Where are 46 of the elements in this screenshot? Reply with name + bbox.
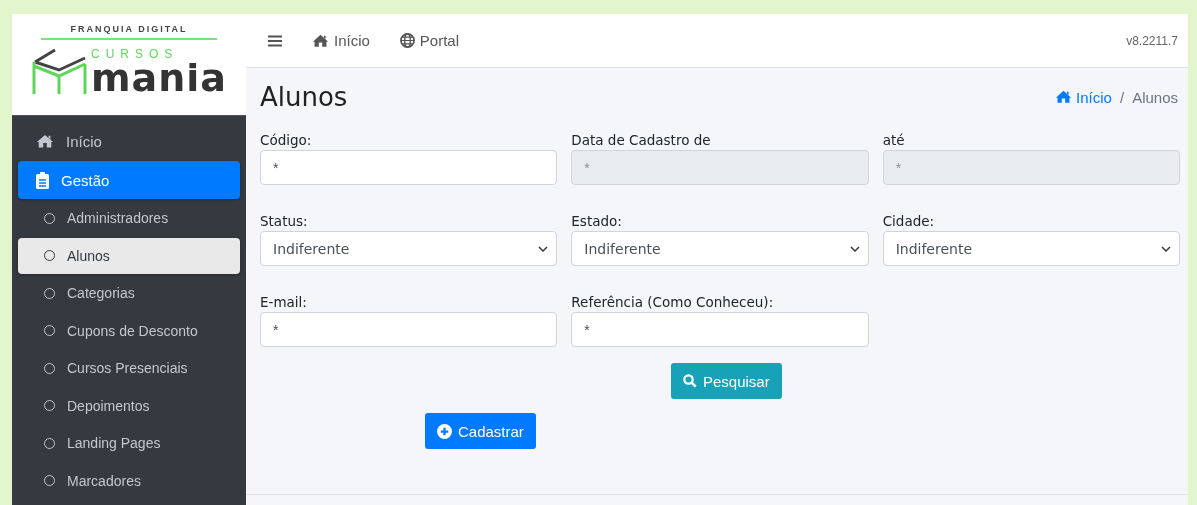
chevron-down-icon — [1161, 245, 1171, 252]
sidebar-item[interactable]: Landing Pages — [18, 425, 240, 462]
sidebar-item[interactable]: Cupons de Desconto — [18, 312, 240, 349]
logo-wordmark: mania — [91, 60, 227, 96]
create-button[interactable]: Cadastrar — [425, 413, 536, 449]
field-label: Cidade: — [882, 213, 936, 229]
sidebar-item[interactable]: Gestão — [18, 161, 240, 199]
sidebar-item[interactable]: Alunos — [18, 237, 240, 274]
chevron-down-icon — [538, 245, 549, 252]
globe-icon — [399, 33, 415, 48]
navbar-link[interactable]: Portal — [399, 32, 460, 49]
input-field[interactable]: * — [260, 150, 558, 185]
home-icon — [36, 133, 54, 149]
field-label: Status: — [260, 213, 309, 229]
version-label: v8.2211.7 — [1126, 33, 1178, 48]
select-field[interactable]: Indiferente — [882, 231, 1180, 266]
sidebar-item[interactable]: Categorias — [18, 275, 240, 312]
logo-subtitle: CURSOS — [91, 48, 180, 60]
field-label: E-mail: — [260, 294, 308, 310]
sidebar-item[interactable]: Cursos Presenciais — [18, 350, 240, 387]
search-icon — [683, 374, 697, 388]
field-label: Código: — [260, 132, 313, 148]
input-field[interactable]: * — [571, 312, 869, 347]
field-label: Referência (Como Conheceu): — [571, 294, 775, 310]
breadcrumb-separator: / — [1119, 88, 1125, 106]
current-page-label: Alunos — [1132, 88, 1178, 106]
clipboard-icon — [36, 171, 49, 189]
field-label: Estado: — [571, 213, 623, 229]
plus-circle-icon — [437, 423, 452, 439]
navbar-link[interactable]: Início — [312, 32, 370, 49]
sidebar-item[interactable]: Administradores — [18, 200, 240, 237]
sidebar-item[interactable]: Depoimentos — [18, 387, 240, 424]
home-icon — [1055, 90, 1073, 104]
field-label: Data de Cadastro de — [571, 132, 712, 148]
select-field[interactable]: Indiferente — [260, 231, 558, 266]
menu-icon[interactable] — [268, 34, 282, 47]
page-title: Alunos — [260, 82, 348, 112]
logo-tagline: FRANQUIA DIGITAL — [41, 24, 217, 40]
sidebar-item[interactable]: Marcadores — [18, 462, 240, 499]
home-icon — [312, 33, 329, 48]
sidebar-item[interactable]: Início — [18, 122, 240, 160]
chevron-down-icon — [849, 245, 860, 252]
field-label: até — [882, 132, 906, 148]
breadcrumb-link[interactable]: Início — [1055, 88, 1112, 106]
select-field[interactable]: Indiferente — [571, 231, 869, 266]
input-field[interactable]: * — [260, 312, 558, 347]
